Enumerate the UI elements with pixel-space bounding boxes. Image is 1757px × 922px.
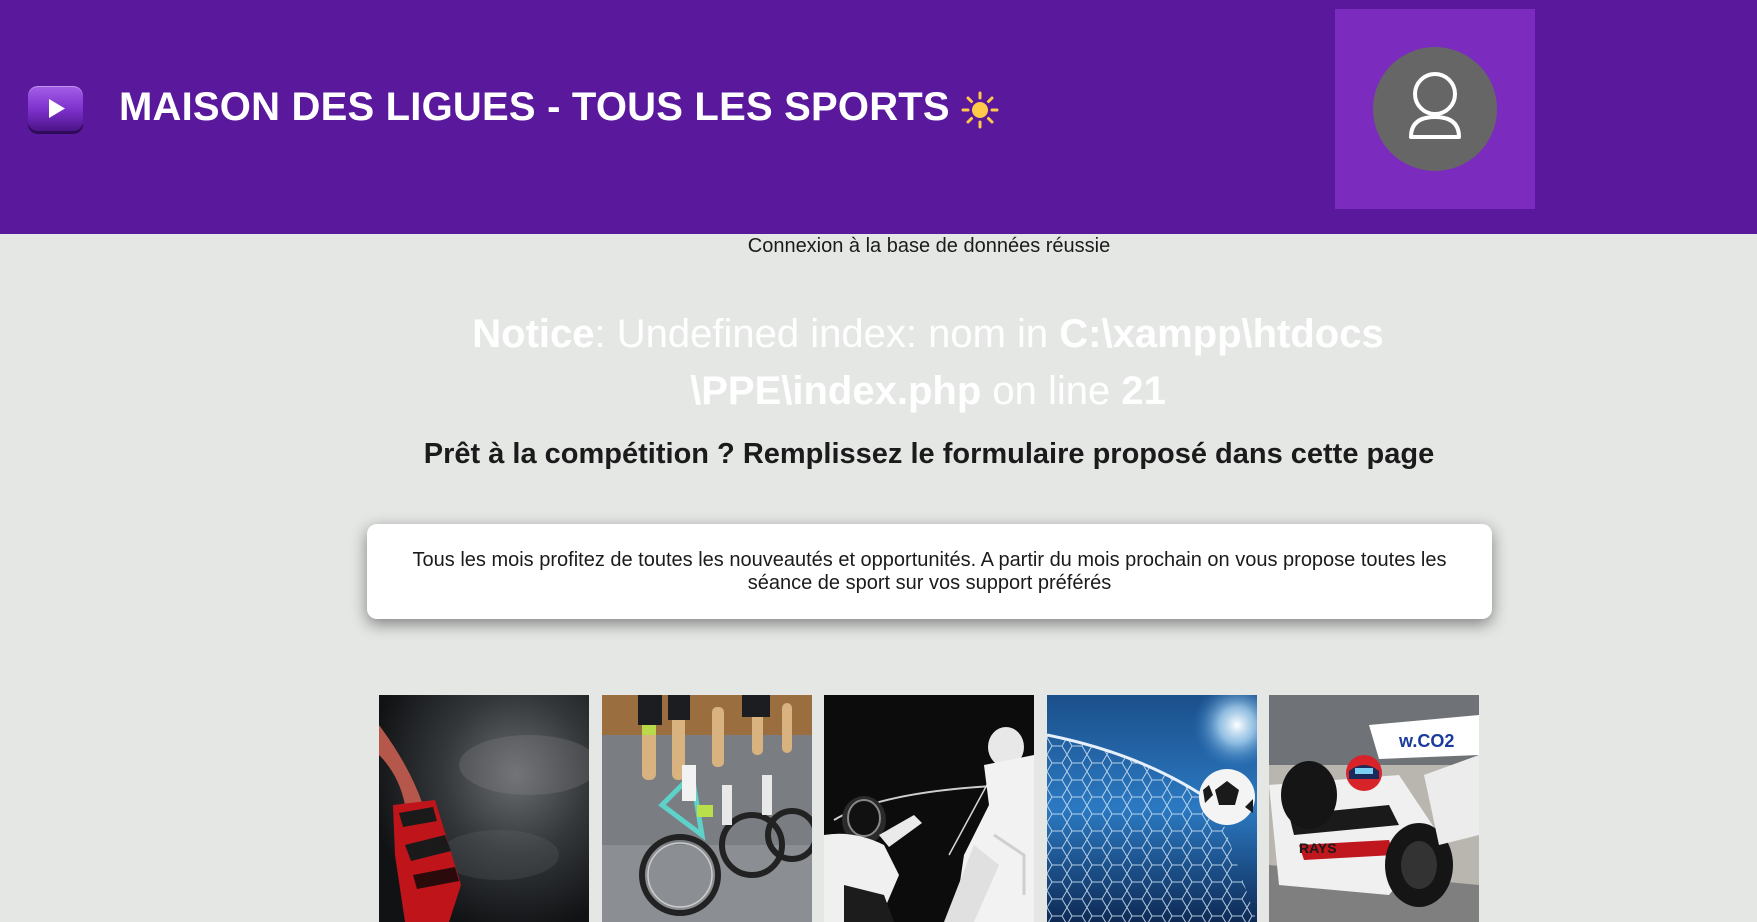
notice-line-text: on line xyxy=(981,369,1122,413)
boxing-glove-image xyxy=(379,695,589,922)
site-header: MAISON DES LIGUES - TOUS LES SPORTS xyxy=(0,0,1757,234)
sports-gallery: w.CO2 RAYS xyxy=(379,695,1480,922)
football-tile[interactable] xyxy=(1047,695,1257,922)
f1-tile[interactable]: w.CO2 RAYS xyxy=(1269,695,1479,922)
info-card: Tous les mois profitez de toutes les nou… xyxy=(367,524,1492,619)
play-icon[interactable] xyxy=(28,86,83,131)
notice-path: C:\xampp\htdocs xyxy=(1059,312,1384,356)
boxing-tile[interactable] xyxy=(379,695,589,922)
fencing-image xyxy=(824,695,1034,922)
page-tagline: Prêt à la compétition ? Remplissez le fo… xyxy=(423,438,1435,470)
cycling-tile[interactable] xyxy=(602,695,812,922)
info-text: Tous les mois profitez de toutes les nou… xyxy=(412,548,1447,594)
notice-line-number: 21 xyxy=(1121,369,1166,413)
car-livery-text: RAYS xyxy=(1299,840,1337,856)
site-title: MAISON DES LIGUES - TOUS LES SPORTS xyxy=(119,85,950,129)
db-status-message: Connexion à la base de données réussie xyxy=(747,235,1111,257)
notice-file: \PPE\index.php xyxy=(690,369,982,413)
fencing-tile[interactable] xyxy=(824,695,1034,922)
notice-text: : Undefined index: nom in xyxy=(594,312,1060,356)
cycling-image xyxy=(602,695,812,922)
php-notice: Notice: Undefined index: nom in C:\xampp… xyxy=(405,306,1451,420)
football-net-image xyxy=(1047,695,1257,922)
banner-text: w.CO2 xyxy=(1398,731,1454,751)
sun-icon[interactable] xyxy=(960,90,1000,135)
user-icon[interactable] xyxy=(1373,47,1497,171)
racing-car-image: w.CO2 RAYS xyxy=(1269,695,1479,922)
notice-label: Notice xyxy=(472,312,595,356)
profile-panel[interactable] xyxy=(1335,9,1535,209)
